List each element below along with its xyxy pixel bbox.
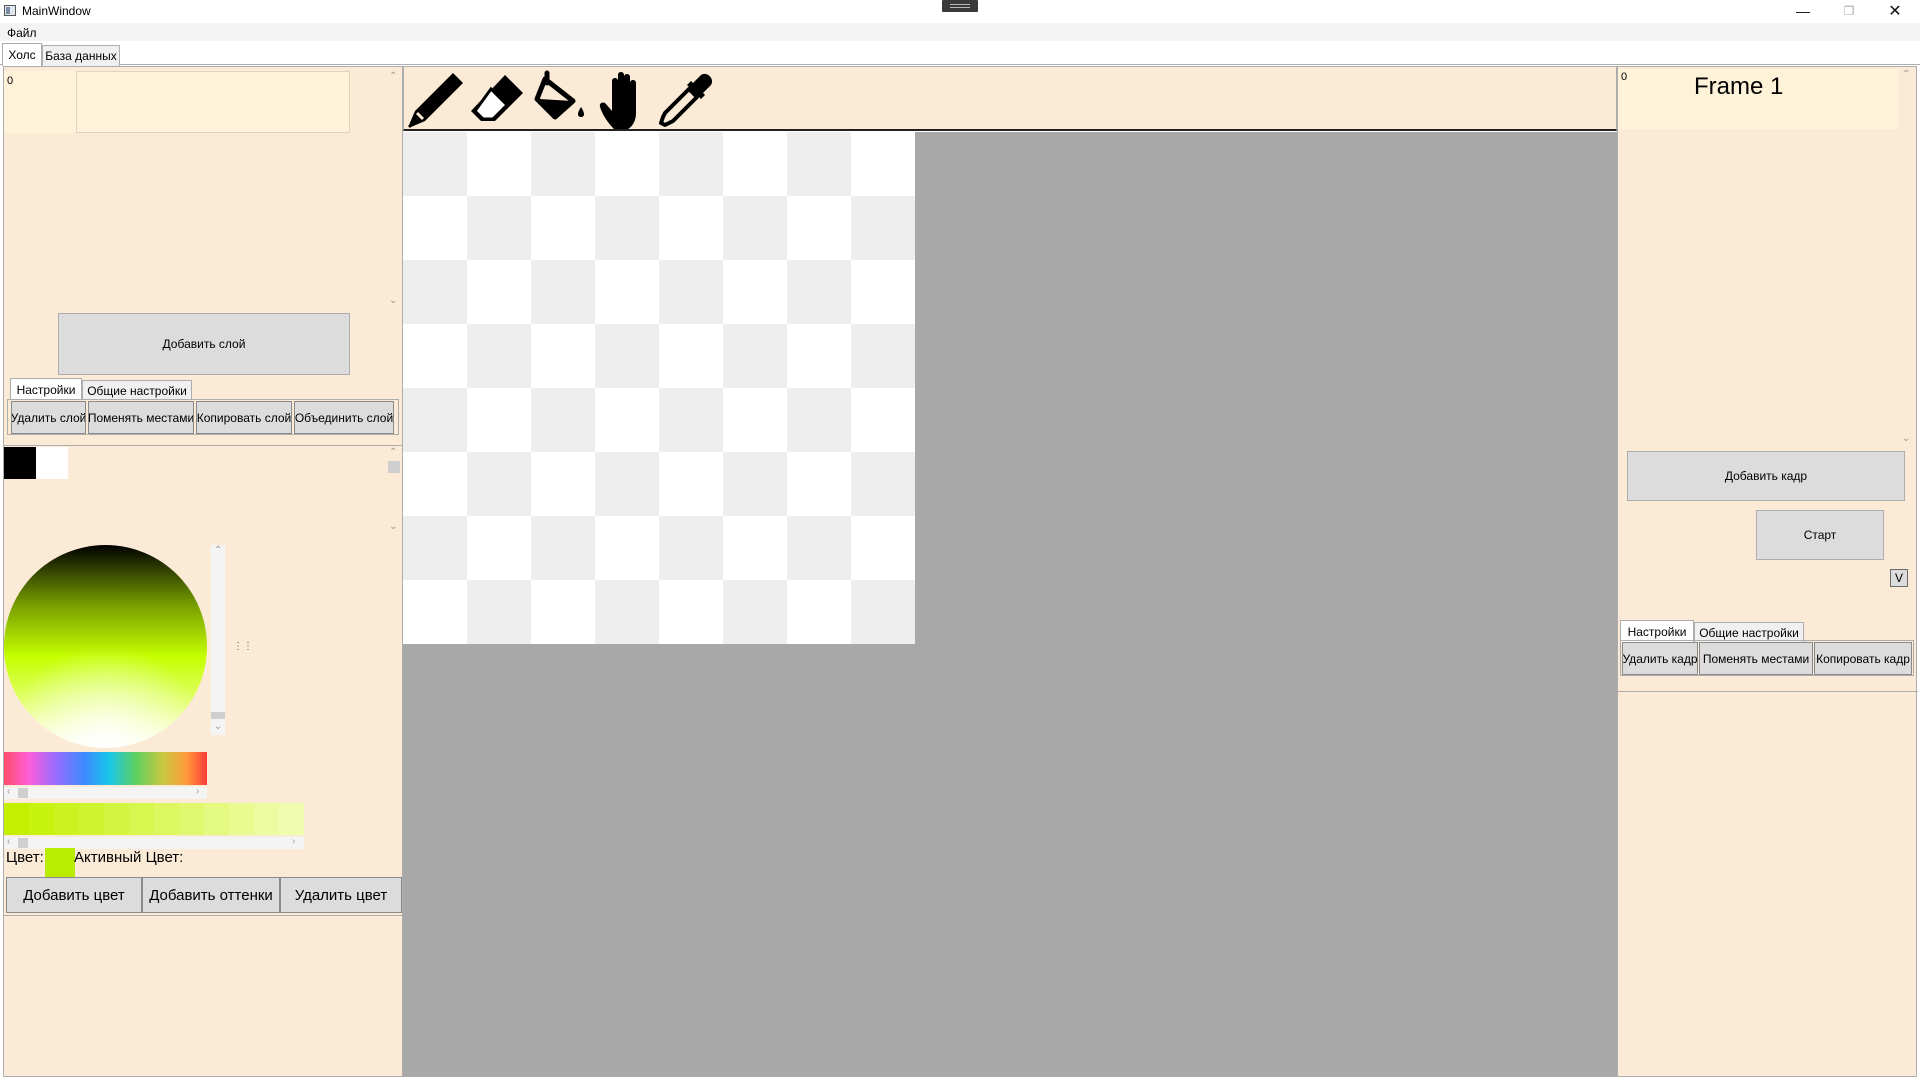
scroll-up-icon[interactable]: ⌃ (1902, 69, 1910, 80)
scroll-up-icon[interactable]: ⌃ (389, 447, 397, 458)
frame-subtabs: Настройки Общие настройки (1620, 620, 1914, 643)
scroll-right-icon[interactable]: › (292, 836, 295, 847)
frames-panel: 0 Frame 1 ⌃ ⌄ Добавить кадр Старт V Наст… (1617, 66, 1918, 1077)
add-frame-button[interactable]: Добавить кадр (1627, 451, 1905, 501)
scroll-down-icon[interactable]: ⌄ (389, 521, 397, 532)
shades-bar[interactable] (4, 803, 304, 835)
shade-swatch[interactable] (129, 803, 154, 835)
scroll-right-icon[interactable]: › (196, 786, 199, 797)
scroll-down-icon[interactable]: ⌄ (389, 295, 397, 306)
color-picker-wheel[interactable] (4, 545, 207, 748)
scroll-left-icon[interactable]: ‹ (7, 786, 10, 797)
shade-swatch[interactable] (4, 803, 29, 835)
divider (4, 445, 404, 446)
slider-up-icon[interactable]: ⌃ (214, 545, 222, 556)
shade-swatch[interactable] (104, 803, 129, 835)
shade-swatch[interactable] (229, 803, 254, 835)
scroll-down-icon[interactable]: ⌄ (1902, 433, 1910, 444)
tab-database[interactable]: База данных (42, 45, 120, 66)
tool-bar (403, 66, 1617, 131)
frame-index: 0 (1621, 71, 1628, 83)
merge-layer-button[interactable]: Объединить слой (294, 401, 394, 434)
fill-tool[interactable] (531, 69, 593, 131)
shade-swatch[interactable] (154, 803, 179, 835)
swap-layers-button[interactable]: Поменять местами (88, 401, 194, 434)
pencil-icon (407, 73, 463, 129)
palette-swatch-black[interactable] (4, 447, 36, 479)
copy-layer-button[interactable]: Копировать слой (196, 401, 292, 434)
hue-scrollbar[interactable]: ‹ › (4, 786, 207, 799)
layers-panel: 0 ⌃ ⌄ Добавить слой Настройки Общие наст… (3, 66, 404, 1077)
divider (4, 915, 404, 916)
menu-bar: Файл (0, 23, 1920, 41)
slider-down-icon[interactable]: ⌄ (214, 721, 222, 732)
drag-handle-icon[interactable] (942, 0, 978, 12)
minimize-button[interactable]: — (1780, 0, 1826, 22)
shade-swatch[interactable] (29, 803, 54, 835)
scroll-up-icon[interactable]: ⌃ (389, 71, 397, 82)
scroll-left-icon[interactable]: ‹ (7, 836, 10, 847)
shade-swatch[interactable] (204, 803, 229, 835)
frame-actions: Удалить кадр Поменять местами Копировать… (1620, 640, 1914, 676)
app-icon (4, 5, 16, 16)
layer-index: 0 (7, 75, 14, 87)
hue-scroll-thumb[interactable] (18, 788, 28, 798)
copy-frame-button[interactable]: Копировать кадр (1814, 642, 1912, 675)
palette-scrollbar[interactable]: ⌃ ⌄ (387, 447, 401, 537)
active-color-label: Активный Цвет: (74, 849, 184, 866)
hand-icon (599, 72, 636, 129)
shades-scroll-thumb[interactable] (18, 838, 28, 848)
layer-subtabs: Настройки Общие настройки (8, 378, 400, 401)
frame-title[interactable]: Frame 1 (1694, 73, 1783, 101)
color-label: Цвет: (6, 849, 44, 866)
layer-thumbnail[interactable] (76, 71, 350, 133)
layer-list-scrollbar[interactable]: ⌃ ⌄ (387, 71, 401, 311)
drawing-canvas[interactable] (403, 132, 915, 644)
delete-frame-button[interactable]: Удалить кадр (1622, 642, 1698, 675)
layer-list[interactable] (4, 71, 76, 133)
add-layer-button[interactable]: Добавить слой (58, 313, 350, 375)
tab-canvas[interactable]: Холс (2, 43, 42, 66)
v-button[interactable]: V (1890, 569, 1908, 587)
fill-bucket-icon (534, 70, 584, 120)
add-color-button[interactable]: Добавить цвет (6, 877, 142, 913)
delete-layer-button[interactable]: Удалить слой (11, 401, 86, 434)
maximize-button[interactable]: ❐ (1826, 0, 1872, 22)
eyedropper-tool[interactable] (657, 69, 719, 131)
scroll-thumb[interactable] (388, 461, 400, 473)
menu-file[interactable]: Файл (7, 26, 37, 40)
delete-color-button[interactable]: Удалить цвет (280, 877, 402, 913)
add-shades-button[interactable]: Добавить оттенки (142, 877, 280, 913)
swap-frames-button[interactable]: Поменять местами (1699, 642, 1813, 675)
tab-layer-general-settings[interactable]: Общие настройки (82, 380, 192, 401)
shade-swatch[interactable] (54, 803, 79, 835)
shade-swatch[interactable] (179, 803, 204, 835)
main-tabs: Холс База данных (0, 43, 1920, 66)
frame-list[interactable] (1618, 69, 1690, 129)
frame-list-scrollbar[interactable]: ⌃ ⌄ (1900, 69, 1914, 449)
title-bar: MainWindow — ❐ ✕ (0, 0, 1920, 22)
hand-tool[interactable] (594, 69, 656, 131)
pencil-tool[interactable] (405, 69, 467, 131)
shade-swatch[interactable] (79, 803, 104, 835)
shade-swatch[interactable] (254, 803, 279, 835)
palette-swatch-white[interactable] (36, 447, 68, 479)
brightness-slider[interactable]: ⌃ ⌄ (211, 545, 225, 735)
hue-bar[interactable] (4, 752, 207, 785)
eraser-icon (471, 75, 523, 121)
current-color-preview[interactable] (45, 848, 75, 878)
close-button[interactable]: ✕ (1872, 0, 1918, 22)
eyedropper-icon (659, 73, 713, 127)
brightness-slider-thumb[interactable] (211, 712, 225, 719)
resize-handle-icon[interactable]: ⋮⋮ (233, 641, 253, 652)
divider (1618, 691, 1918, 692)
shade-swatch[interactable] (279, 803, 304, 835)
start-button[interactable]: Старт (1756, 510, 1884, 560)
eraser-tool[interactable] (467, 69, 529, 131)
canvas-workspace[interactable] (403, 132, 1617, 1077)
tab-layer-settings[interactable]: Настройки (10, 378, 82, 401)
window-title: MainWindow (22, 4, 91, 18)
layer-actions: Удалить слой Поменять местами Копировать… (7, 399, 399, 435)
